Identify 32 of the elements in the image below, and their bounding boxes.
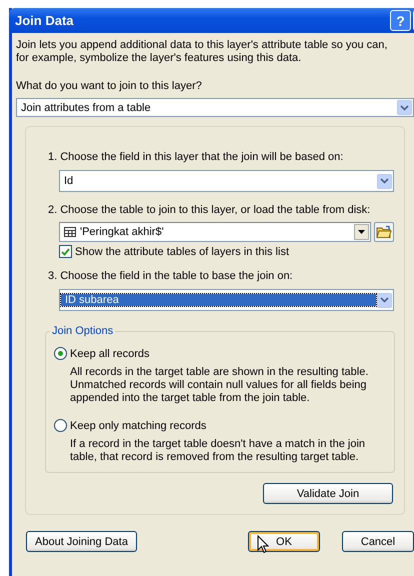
- radio-label: Keep all records: [70, 348, 150, 360]
- combo-value: 'Peringkat akhir$': [79, 226, 165, 238]
- field-dropdown[interactable]: ID subarea: [59, 289, 394, 311]
- step-label: 2. Choose the table to join to this layer, or load the table from disk:: [48, 204, 372, 216]
- step-label: 1. Choose the field in this layer that the join will be based on:: [48, 151, 344, 163]
- cancel-button[interactable]: Cancel: [342, 531, 414, 552]
- checkbox[interactable]: [59, 245, 72, 258]
- option-description: All records in the target table are shown in the resulting table. Unmatched records will contain null values for all fields being appended into the target table from the join table.: [70, 366, 370, 405]
- help-button[interactable]: ?: [390, 10, 411, 31]
- ok-button[interactable]: OK: [248, 531, 320, 552]
- join-type-dropdown[interactable]: Join attributes from a table: [16, 98, 414, 117]
- table-icon: [64, 227, 76, 237]
- open-folder-button[interactable]: [374, 222, 394, 242]
- dropdown-value: Id: [63, 175, 74, 187]
- option-description: If a record in the target table doesn't have a match in the join table, that record is removed from the resulting target table.: [70, 438, 366, 464]
- folder-icon: [376, 225, 392, 239]
- checkbox-label: Show the attribute tables of layers in this list: [75, 246, 289, 258]
- window-title: Join Data: [15, 13, 75, 28]
- mouse-cursor-icon: [257, 535, 269, 554]
- field-dropdown[interactable]: Id: [59, 170, 394, 192]
- radio-label: Keep only matching records: [70, 420, 206, 432]
- step-label: 3. Choose the field in the table to base the join on:: [48, 270, 294, 282]
- radio-button[interactable]: [54, 347, 67, 360]
- dropdown-value: ID subarea: [61, 294, 376, 306]
- about-button[interactable]: About Joining Data: [26, 531, 137, 552]
- question-label: What do you want to join to this layer?: [16, 80, 203, 92]
- group-title: Join Options: [51, 325, 114, 337]
- table-combo-box[interactable]: 'Peringkat akhir$': [59, 222, 372, 242]
- radio-button[interactable]: [54, 419, 67, 432]
- intro-text: Join lets you append additional data to this layer's attribute table so you can, for example, symbolize the layer's features using this data.: [16, 39, 388, 65]
- dropdown-value: Join attributes from a table: [20, 102, 152, 114]
- validate-join-button[interactable]: Validate Join: [263, 483, 393, 504]
